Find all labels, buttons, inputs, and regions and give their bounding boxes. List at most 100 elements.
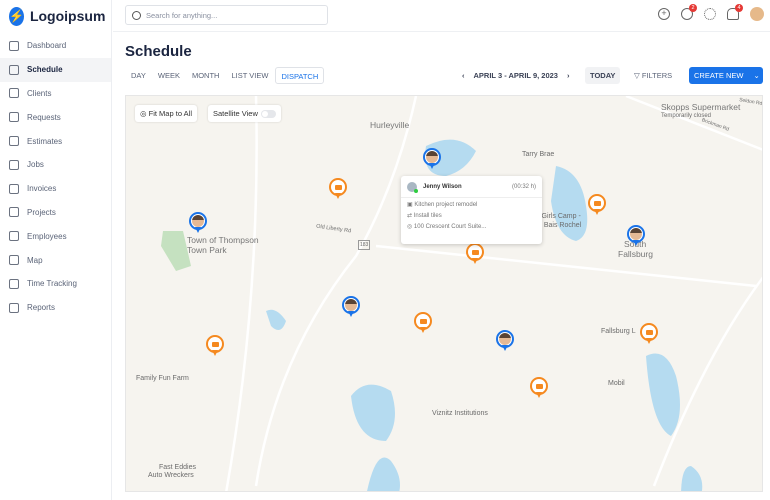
employee-avatar — [426, 151, 438, 163]
job-map-pin[interactable] — [206, 335, 224, 359]
toggle-switch[interactable] — [260, 110, 276, 119]
sidebar-item-dashboard[interactable]: Dashboard — [0, 34, 111, 58]
messages-icon[interactable]: 2 — [681, 4, 697, 20]
tab-month[interactable]: MONTH — [187, 67, 225, 84]
place-label: Skopps Supermarket — [661, 102, 741, 112]
create-new-label: CREATE NEW — [694, 71, 744, 80]
place-label: Viznitz Institutions — [432, 410, 488, 417]
employee-map-pin[interactable] — [496, 330, 514, 354]
duration: (00:32 h) — [511, 183, 536, 190]
search-input[interactable]: Search for anything... — [125, 5, 328, 25]
map-icon — [9, 255, 19, 266]
clients-icon — [9, 88, 19, 99]
sidebar: ⚡ Logoipsum Dashboard Schedule Clients Reque… — [0, 0, 112, 500]
sidebar-item-employees[interactable]: Employees — [0, 224, 111, 248]
fit-map-label: Fit Map to All — [148, 109, 192, 118]
sidebar-item-label: Dashboard — [27, 41, 67, 51]
employees-icon — [9, 231, 19, 242]
prev-week-button[interactable]: ‹ — [462, 71, 465, 80]
lake — [266, 309, 286, 330]
place-label: Fallsburg — [618, 249, 653, 259]
job-map-pin[interactable] — [530, 377, 548, 401]
topbar: Search for anything... + 2 4 — [113, 0, 770, 32]
sidebar-item-label: Employees — [27, 231, 67, 241]
route-shield: 183 — [358, 240, 371, 250]
sidebar-item-label: Invoices — [27, 184, 57, 194]
place-label: Auto Wreckers — [148, 472, 194, 479]
sidebar-item-requests[interactable]: Requests — [0, 105, 111, 129]
filters-label: FILTERS — [641, 71, 673, 80]
today-button[interactable]: TODAY — [585, 67, 621, 84]
employee-map-pin[interactable] — [342, 296, 360, 320]
job-map-pin[interactable] — [414, 312, 432, 336]
place-label: Hurleyville — [370, 120, 410, 130]
sidebar-item-invoices[interactable]: Invoices — [0, 177, 111, 201]
create-new-button[interactable]: CREATE NEW ⌄ — [689, 67, 763, 84]
dashboard-icon — [9, 40, 19, 51]
gear-icon[interactable] — [704, 8, 716, 20]
satellite-label: Satellite View — [213, 109, 258, 118]
briefcase-icon — [645, 329, 653, 335]
satellite-view-toggle[interactable]: Satellite View — [208, 105, 281, 122]
bell-icon[interactable]: 4 — [727, 4, 743, 20]
road — [225, 96, 258, 491]
projects-icon — [9, 207, 19, 218]
plus-icon[interactable]: + — [658, 8, 670, 20]
chevron-down-icon: ⌄ — [753, 71, 760, 80]
sidebar-item-estimates[interactable]: Estimates — [0, 129, 111, 153]
place-label: Fallsburg L — [601, 328, 636, 335]
location-icon: ◎ — [140, 109, 149, 118]
job-map-pin[interactable] — [588, 194, 606, 218]
job-popup[interactable]: Jenny Wilson (00:32 h) ▣ Kitchen project … — [401, 176, 542, 244]
messages-badge: 2 — [689, 4, 697, 12]
schedule-icon — [9, 64, 19, 75]
employee-avatar — [192, 215, 204, 227]
job-map-pin[interactable] — [329, 178, 347, 202]
fit-map-button[interactable]: ◎ Fit Map to All — [135, 105, 197, 122]
sidebar-item-jobs[interactable]: Jobs — [0, 153, 111, 177]
place-label: Town of Thompson — [187, 235, 259, 245]
lake — [681, 466, 703, 491]
job-map-pin[interactable] — [640, 323, 658, 347]
sidebar-item-reports[interactable]: Reports — [0, 296, 111, 320]
estimates-icon — [9, 136, 19, 147]
notifications-badge: 4 — [735, 4, 743, 12]
task-icon: ⇄ — [407, 213, 414, 219]
sidebar-item-label: Schedule — [27, 65, 63, 75]
tab-day[interactable]: DAY — [126, 67, 151, 84]
sidebar-item-clients[interactable]: Clients — [0, 82, 111, 106]
filters-button[interactable]: ▽ FILTERS — [634, 71, 672, 80]
employee-avatar — [499, 333, 511, 345]
tab-list-view[interactable]: LIST VIEW — [226, 67, 273, 84]
next-week-button[interactable]: › — [567, 71, 570, 80]
tab-week[interactable]: WEEK — [153, 67, 185, 84]
employee-map-pin[interactable] — [627, 225, 645, 249]
sidebar-item-projects[interactable]: Projects — [0, 201, 111, 225]
requests-icon — [9, 112, 19, 123]
date-navigator: ‹ APRIL 3 - APRIL 9, 2023 › — [462, 71, 569, 80]
employee-avatar — [407, 181, 418, 193]
road — [375, 244, 757, 288]
user-avatar[interactable] — [750, 7, 764, 21]
place-label: Tarry Brae — [522, 151, 555, 158]
logo[interactable]: ⚡ Logoipsum — [0, 0, 111, 32]
sidebar-item-label: Time Tracking — [27, 279, 77, 289]
date-range: APRIL 3 - APRIL 9, 2023 — [473, 71, 558, 80]
sidebar-item-schedule[interactable]: Schedule — [0, 57, 111, 82]
task-name: Install tiles — [413, 213, 442, 219]
employee-map-pin[interactable] — [423, 148, 441, 172]
search-icon — [132, 10, 141, 20]
map[interactable]: ◎ Fit Map to All Satellite View Hurleyvi… — [125, 95, 763, 492]
lake — [351, 384, 395, 441]
place-label: Family Fun Farm — [136, 375, 189, 382]
job-map-pin[interactable] — [466, 243, 484, 267]
sidebar-item-label: Projects — [27, 207, 56, 217]
sidebar-item-label: Map — [27, 255, 43, 265]
sidebar-item-label: Requests — [27, 112, 61, 122]
sidebar-item-time-tracking[interactable]: Time Tracking — [0, 272, 111, 296]
briefcase-icon — [211, 341, 219, 347]
place-label: Mobil — [608, 380, 625, 387]
tab-dispatch[interactable]: DISPATCH — [275, 67, 325, 84]
employee-map-pin[interactable] — [189, 212, 207, 236]
sidebar-item-map[interactable]: Map — [0, 248, 111, 272]
